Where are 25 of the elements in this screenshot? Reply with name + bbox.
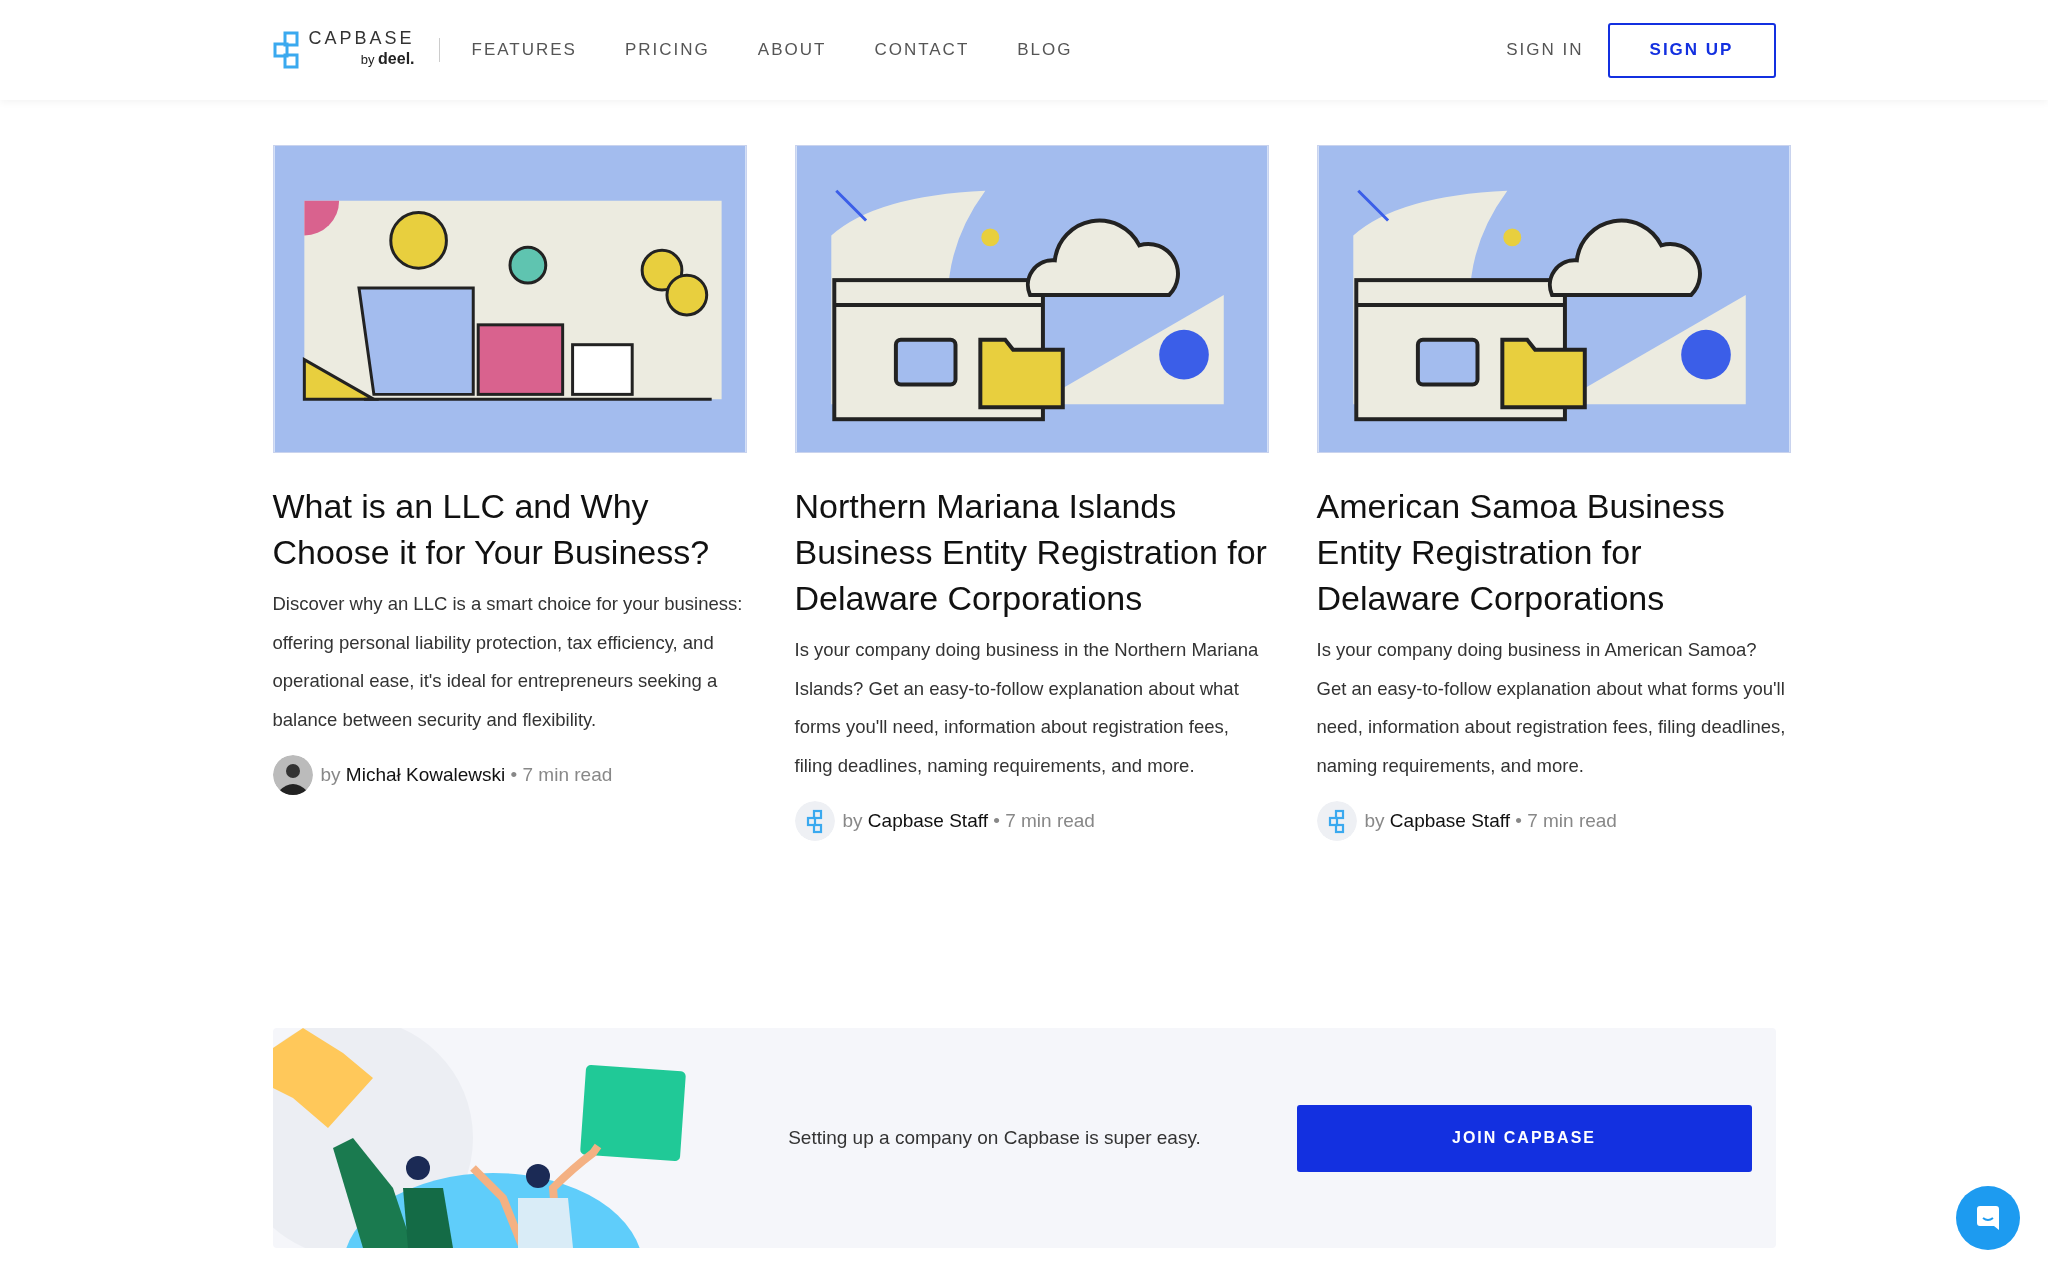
post-title[interactable]: American Samoa Business Entity Registration for Delaware Corporations xyxy=(1316,483,1791,621)
author-byline: by Capbase Staff • 7 min read xyxy=(1364,809,1617,834)
author-byline: by Capbase Staff • 7 min read xyxy=(842,809,1095,834)
avatar-icon xyxy=(272,755,313,796)
sign-in-link[interactable]: SIGN IN xyxy=(1506,37,1584,63)
post-excerpt: Is your company doing business in American Samoa? Get an easy-to-follow explanation about what forms you'll need, information about registration fees, filing deadlines, naming requirements, and more. xyxy=(1316,638,1787,778)
nav-link[interactable]: CONTACT xyxy=(874,37,970,63)
nav-link[interactable]: PRICING xyxy=(624,37,710,63)
nav-link[interactable]: BLOG xyxy=(1017,37,1073,63)
post-title[interactable]: Northern Mariana Islands Business Entity Registration for Delaware Corporations xyxy=(794,483,1269,621)
logo-wordmark: CAPBASE xyxy=(308,29,415,47)
join-button[interactable]: JOIN CAPBASE xyxy=(1296,1104,1752,1172)
post-title[interactable]: What is an LLC and Why Choose it for Your Business? xyxy=(272,483,747,575)
post-excerpt: Is your company doing business in the Northern Mariana Islands? Get an easy-to-follow explanation about what forms you'll need, information about registration fees, filing deadlines, naming requirements, and more. xyxy=(794,638,1260,778)
banner-text: Setting up a company on Capbase is super easy. xyxy=(788,1125,1201,1150)
byline: by deel. xyxy=(360,49,415,69)
logo[interactable]: CAPBASE by deel. xyxy=(272,29,415,71)
logo-icon xyxy=(272,31,301,69)
avatar-icon xyxy=(794,801,835,842)
nav-link[interactable]: ABOUT xyxy=(757,37,827,63)
post-excerpt: Discover why an LLC is a smart choice for your business: offering personal liability protection, tax efficiency, and operational ease, it's ideal for entrepreneurs seeking a balance between security and flexibility. xyxy=(272,592,744,732)
avatar-icon xyxy=(1316,801,1357,842)
author-byline: by Michał Kowalewski • 7 min read xyxy=(320,763,613,788)
nav-link[interactable]: FEATURES xyxy=(471,37,577,63)
sign-up-button[interactable]: SIGN UP xyxy=(1607,22,1776,78)
